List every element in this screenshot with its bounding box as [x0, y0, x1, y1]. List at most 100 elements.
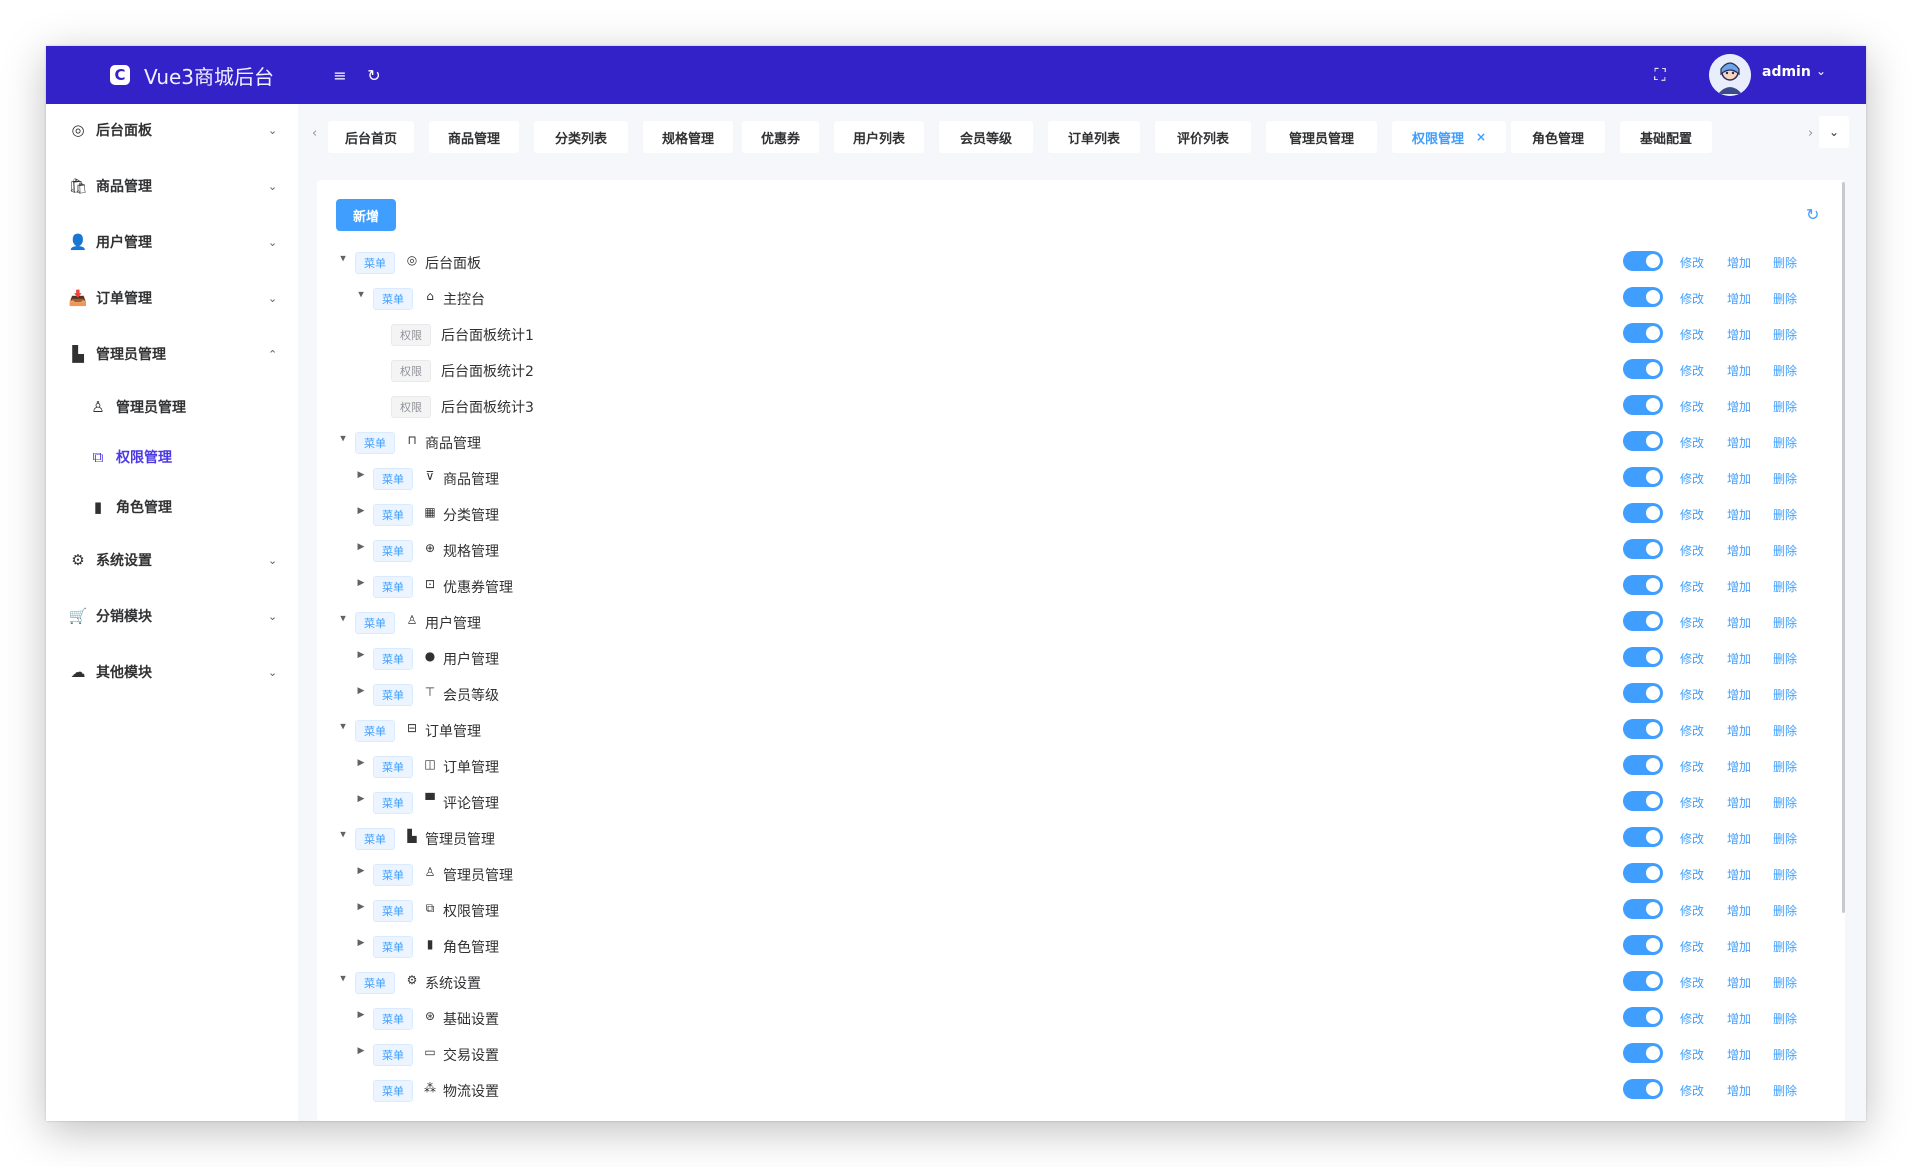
- caret-down-icon[interactable]: ▼: [338, 975, 348, 983]
- tree-row[interactable]: ▶ 菜单 ▦ 分类管理 修改 增加 删除: [317, 496, 1837, 532]
- tab-item[interactable]: 管理员管理: [1266, 121, 1377, 153]
- tab-item[interactable]: 规格管理: [643, 121, 733, 153]
- sidebar-item-admins[interactable]: ▙ 管理员管理 ⌃: [46, 328, 298, 380]
- tab-item[interactable]: 用户列表: [834, 121, 924, 153]
- add-link[interactable]: 增加: [1727, 938, 1751, 955]
- delete-link[interactable]: 删除: [1773, 470, 1797, 487]
- tab-item[interactable]: 会员等级: [939, 121, 1033, 153]
- edit-link[interactable]: 修改: [1680, 1046, 1704, 1063]
- tree-row[interactable]: ▶ 菜单 ▭ 交易设置 修改 增加 删除: [317, 1036, 1837, 1072]
- status-switch[interactable]: [1623, 683, 1663, 703]
- tree-row[interactable]: ▼ 菜单 ♙ 用户管理 修改 增加 删除: [317, 604, 1837, 640]
- delete-link[interactable]: 删除: [1773, 722, 1797, 739]
- status-switch[interactable]: [1623, 863, 1663, 883]
- delete-link[interactable]: 删除: [1773, 434, 1797, 451]
- add-link[interactable]: 增加: [1727, 362, 1751, 379]
- caret-right-icon[interactable]: ▶: [355, 1046, 367, 1056]
- caret-right-icon[interactable]: ▶: [355, 506, 367, 516]
- delete-link[interactable]: 删除: [1773, 1046, 1797, 1063]
- delete-link[interactable]: 删除: [1773, 1082, 1797, 1099]
- edit-link[interactable]: 修改: [1680, 794, 1704, 811]
- sidebar-item-orders[interactable]: 📥 订单管理 ⌄: [46, 272, 298, 324]
- tree-row[interactable]: 菜单 ⁂ 物流设置 修改 增加 删除: [317, 1072, 1837, 1108]
- delete-link[interactable]: 删除: [1773, 758, 1797, 775]
- tab-item[interactable]: 后台首页: [328, 121, 414, 153]
- tree-row[interactable]: ▶ 菜单 ▀ 评论管理 修改 增加 删除: [317, 784, 1837, 820]
- tree-row[interactable]: ▶ 菜单 ● 用户管理 修改 增加 删除: [317, 640, 1837, 676]
- tree-row[interactable]: ▶ 菜单 ♙ 管理员管理 修改 增加 删除: [317, 856, 1837, 892]
- caret-down-icon[interactable]: ▼: [356, 291, 366, 299]
- edit-link[interactable]: 修改: [1680, 254, 1704, 271]
- status-switch[interactable]: [1623, 611, 1663, 631]
- add-link[interactable]: 增加: [1727, 290, 1751, 307]
- edit-link[interactable]: 修改: [1680, 1010, 1704, 1027]
- caret-down-icon[interactable]: ▼: [338, 831, 348, 839]
- tab-item[interactable]: 评价列表: [1155, 121, 1251, 153]
- caret-down-icon[interactable]: ▼: [338, 723, 348, 731]
- status-switch[interactable]: [1623, 1079, 1663, 1099]
- add-link[interactable]: 增加: [1727, 434, 1751, 451]
- add-link[interactable]: 增加: [1727, 542, 1751, 559]
- status-switch[interactable]: [1623, 287, 1663, 307]
- sidebar-subitem-admin[interactable]: ♙ 管理员管理: [46, 381, 298, 433]
- refresh-icon[interactable]: ↻: [1806, 205, 1819, 224]
- status-switch[interactable]: [1623, 647, 1663, 667]
- add-link[interactable]: 增加: [1727, 326, 1751, 343]
- delete-link[interactable]: 删除: [1773, 398, 1797, 415]
- tabs-prev-arrow-icon[interactable]: ‹: [312, 126, 317, 141]
- add-link[interactable]: 增加: [1727, 506, 1751, 523]
- delete-link[interactable]: 删除: [1773, 686, 1797, 703]
- caret-right-icon[interactable]: ▶: [355, 902, 367, 912]
- delete-link[interactable]: 删除: [1773, 938, 1797, 955]
- add-link[interactable]: 增加: [1727, 686, 1751, 703]
- edit-link[interactable]: 修改: [1680, 722, 1704, 739]
- add-link[interactable]: 增加: [1727, 830, 1751, 847]
- avatar[interactable]: [1709, 54, 1751, 96]
- delete-link[interactable]: 删除: [1773, 326, 1797, 343]
- tree-row[interactable]: ▼ 菜单 ⊓ 商品管理 修改 增加 删除: [317, 424, 1837, 460]
- add-button[interactable]: 新增: [336, 199, 396, 231]
- add-link[interactable]: 增加: [1727, 722, 1751, 739]
- tree-row[interactable]: ▶ 菜单 ◫ 订单管理 修改 增加 删除: [317, 748, 1837, 784]
- tree-row[interactable]: 权限 后台面板统计2 修改 增加 删除: [317, 352, 1837, 388]
- status-switch[interactable]: [1623, 431, 1663, 451]
- caret-right-icon[interactable]: ▶: [355, 686, 367, 696]
- add-link[interactable]: 增加: [1727, 578, 1751, 595]
- delete-link[interactable]: 删除: [1773, 1010, 1797, 1027]
- status-switch[interactable]: [1623, 719, 1663, 739]
- status-switch[interactable]: [1623, 575, 1663, 595]
- add-link[interactable]: 增加: [1727, 470, 1751, 487]
- tab-item[interactable]: 分类列表: [534, 121, 628, 153]
- add-link[interactable]: 增加: [1727, 902, 1751, 919]
- status-switch[interactable]: [1623, 395, 1663, 415]
- sidebar-subitem-role[interactable]: ▮ 角色管理: [46, 481, 298, 533]
- caret-right-icon[interactable]: ▶: [355, 794, 367, 804]
- status-switch[interactable]: [1623, 359, 1663, 379]
- add-link[interactable]: 增加: [1727, 614, 1751, 631]
- tab-item[interactable]: 订单列表: [1048, 121, 1140, 153]
- caret-right-icon[interactable]: ▶: [355, 470, 367, 480]
- edit-link[interactable]: 修改: [1680, 326, 1704, 343]
- edit-link[interactable]: 修改: [1680, 902, 1704, 919]
- edit-link[interactable]: 修改: [1680, 830, 1704, 847]
- delete-link[interactable]: 删除: [1773, 614, 1797, 631]
- status-switch[interactable]: [1623, 971, 1663, 991]
- edit-link[interactable]: 修改: [1680, 542, 1704, 559]
- add-link[interactable]: 增加: [1727, 398, 1751, 415]
- edit-link[interactable]: 修改: [1680, 614, 1704, 631]
- tree-row[interactable]: ▶ 菜单 ⊽ 商品管理 修改 增加 删除: [317, 460, 1837, 496]
- delete-link[interactable]: 删除: [1773, 830, 1797, 847]
- edit-link[interactable]: 修改: [1680, 974, 1704, 991]
- delete-link[interactable]: 删除: [1773, 254, 1797, 271]
- chevron-down-icon[interactable]: ⌄: [1816, 64, 1826, 78]
- close-icon[interactable]: ×: [1476, 130, 1486, 144]
- sidebar-item-other[interactable]: ☁ 其他模块 ⌄: [46, 646, 298, 698]
- user-name[interactable]: admin: [1762, 64, 1811, 80]
- sidebar-item-dashboard[interactable]: ◎ 后台面板 ⌄: [46, 104, 298, 156]
- caret-right-icon[interactable]: ▶: [355, 758, 367, 768]
- status-switch[interactable]: [1623, 899, 1663, 919]
- delete-link[interactable]: 删除: [1773, 974, 1797, 991]
- add-link[interactable]: 增加: [1727, 1010, 1751, 1027]
- status-switch[interactable]: [1623, 251, 1663, 271]
- tree-row[interactable]: 权限 后台面板统计3 修改 增加 删除: [317, 388, 1837, 424]
